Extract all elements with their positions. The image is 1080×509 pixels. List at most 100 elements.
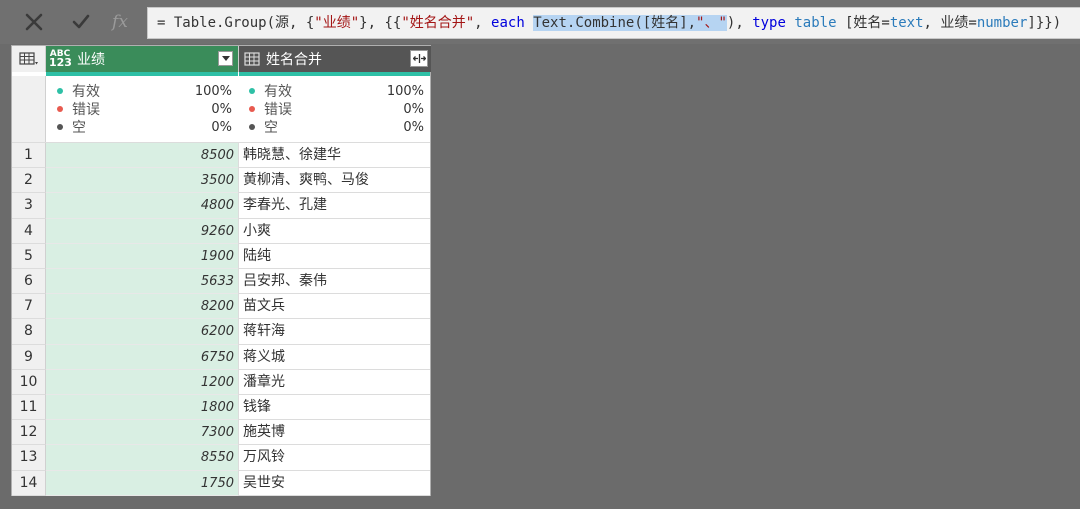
cell-perf[interactable]: 8550 xyxy=(46,445,238,471)
row-number[interactable]: 6 xyxy=(12,269,46,295)
formula-token: table xyxy=(794,15,837,31)
cell-names[interactable]: 万风铃 xyxy=(238,445,430,471)
cell-perf[interactable]: 6200 xyxy=(46,319,238,345)
table-row[interactable]: 5 1900 陆纯 xyxy=(12,243,430,269)
quality-stat[interactable]: 有效 100% xyxy=(50,82,234,100)
table-row[interactable]: 4 9260 小爽 xyxy=(12,218,430,244)
quality-percent: 0% xyxy=(211,101,232,117)
cell-names[interactable]: 吴世安 xyxy=(238,470,430,496)
cell-perf[interactable]: 1750 xyxy=(46,470,238,496)
table-row[interactable]: 8 6200 蒋轩海 xyxy=(12,319,430,345)
formula-token: ]}}) xyxy=(1027,15,1062,31)
table-row[interactable]: 10 1200 潘章光 xyxy=(12,369,430,395)
formula-token: = Table.Group(源, { xyxy=(157,15,315,31)
row-number[interactable]: 5 xyxy=(12,243,46,269)
cell-perf[interactable]: 6750 xyxy=(46,344,238,370)
cell-names[interactable]: 韩晓慧、徐建华 xyxy=(238,143,430,169)
table-row[interactable]: 2 3500 黄柳清、爽鸭、马俊 xyxy=(12,168,430,194)
quality-stat[interactable]: 错误 0% xyxy=(242,100,426,118)
cell-names[interactable]: 吕安邦、秦伟 xyxy=(238,269,430,295)
formula-input[interactable]: = Table.Group(源, {"业绩"}, {{"姓名合并", each … xyxy=(147,7,1080,39)
quality-percent: 0% xyxy=(403,101,424,117)
row-header-blank xyxy=(12,76,46,142)
expand-icon xyxy=(412,54,426,63)
row-number[interactable]: 13 xyxy=(12,445,46,471)
formula-selection: "、" xyxy=(696,15,727,31)
quality-label: 错误 xyxy=(264,102,292,118)
quality-label: 有效 xyxy=(264,84,292,100)
cell-perf[interactable]: 8500 xyxy=(46,143,238,169)
cell-perf[interactable]: 4800 xyxy=(46,193,238,219)
confirm-button[interactable] xyxy=(61,6,101,38)
table-row[interactable]: 6 5633 吕安邦、秦伟 xyxy=(12,269,430,295)
quality-dot-icon xyxy=(249,106,255,112)
quality-label: 有效 xyxy=(72,84,100,100)
cell-perf[interactable]: 7300 xyxy=(46,420,238,446)
formula-token: }, {{ xyxy=(359,15,402,31)
row-number[interactable]: 10 xyxy=(12,369,46,395)
table-row[interactable]: 14 1750 吴世安 xyxy=(12,470,430,496)
row-number[interactable]: 9 xyxy=(12,344,46,370)
cell-names[interactable]: 黄柳清、爽鸭、马俊 xyxy=(238,168,430,194)
type-icon-text: 123 xyxy=(49,56,72,69)
quality-label: 空 xyxy=(72,120,86,136)
insert-function-button[interactable]: fx xyxy=(100,6,140,38)
quality-stat[interactable]: 空 0% xyxy=(50,118,234,136)
column-header-perf[interactable]: ABC 123 业绩 xyxy=(46,46,238,72)
cell-perf[interactable]: 8200 xyxy=(46,294,238,320)
cancel-button[interactable] xyxy=(14,6,54,38)
cell-perf[interactable]: 9260 xyxy=(46,218,238,244)
cell-names[interactable]: 苗文兵 xyxy=(238,294,430,320)
row-number[interactable]: 7 xyxy=(12,294,46,320)
cell-names[interactable]: 陆纯 xyxy=(238,243,430,269)
row-number[interactable]: 1 xyxy=(12,143,46,169)
expand-column-button[interactable] xyxy=(410,50,428,67)
quality-percent: 0% xyxy=(403,119,424,135)
cell-names[interactable]: 蒋义城 xyxy=(238,344,430,370)
cell-names[interactable]: 施英博 xyxy=(238,420,430,446)
quality-percent: 100% xyxy=(386,83,424,99)
quality-dot-icon xyxy=(57,124,63,130)
filter-dropdown-button[interactable] xyxy=(218,51,233,66)
table-row[interactable]: 13 8550 万风铃 xyxy=(12,445,430,471)
table-row[interactable]: 11 1800 钱锋 xyxy=(12,395,430,421)
row-number[interactable]: 14 xyxy=(12,470,46,496)
table-type-icon[interactable] xyxy=(244,52,260,66)
cell-perf[interactable]: 5633 xyxy=(46,269,238,295)
formula-token: , xyxy=(474,15,492,31)
column-header-names[interactable]: 姓名合并 xyxy=(238,46,431,72)
table-row[interactable]: 9 6750 蒋义城 xyxy=(12,344,430,370)
cell-perf[interactable]: 1200 xyxy=(46,369,238,395)
cell-names[interactable]: 钱锋 xyxy=(238,395,430,421)
row-number[interactable]: 3 xyxy=(12,193,46,219)
cell-names[interactable]: 潘章光 xyxy=(238,369,430,395)
table-row[interactable]: 7 8200 苗文兵 xyxy=(12,294,430,320)
formula-token: number xyxy=(976,15,1028,31)
cell-names[interactable]: 蒋轩海 xyxy=(238,319,430,345)
row-number[interactable]: 12 xyxy=(12,420,46,446)
quality-stat[interactable]: 有效 100% xyxy=(242,82,426,100)
cell-names[interactable]: 小爽 xyxy=(238,218,430,244)
row-number[interactable]: 2 xyxy=(12,168,46,194)
quality-stat[interactable]: 空 0% xyxy=(242,118,426,136)
chevron-down-icon xyxy=(221,56,230,61)
row-number[interactable]: 8 xyxy=(12,319,46,345)
row-number[interactable]: 11 xyxy=(12,395,46,421)
formula-token: each xyxy=(491,15,525,31)
table-row[interactable]: 3 4800 李春光、孔建 xyxy=(12,193,430,219)
fx-icon: fx xyxy=(112,12,128,32)
any-type-icon[interactable]: ABC 123 xyxy=(49,50,72,69)
column-title: 姓名合并 xyxy=(266,52,322,68)
cell-perf[interactable]: 1800 xyxy=(46,395,238,421)
cell-perf[interactable]: 3500 xyxy=(46,168,238,194)
column-title: 业绩 xyxy=(77,52,105,68)
cell-perf[interactable]: 1900 xyxy=(46,243,238,269)
table-menu-button[interactable] xyxy=(12,46,46,72)
table-row[interactable]: 12 7300 施英博 xyxy=(12,420,430,446)
quality-percent: 0% xyxy=(211,119,232,135)
quality-stat[interactable]: 错误 0% xyxy=(50,100,234,118)
table-row[interactable]: 1 8500 韩晓慧、徐建华 xyxy=(12,143,430,169)
cell-names[interactable]: 李春光、孔建 xyxy=(238,193,430,219)
quality-percent: 100% xyxy=(194,83,232,99)
row-number[interactable]: 4 xyxy=(12,218,46,244)
